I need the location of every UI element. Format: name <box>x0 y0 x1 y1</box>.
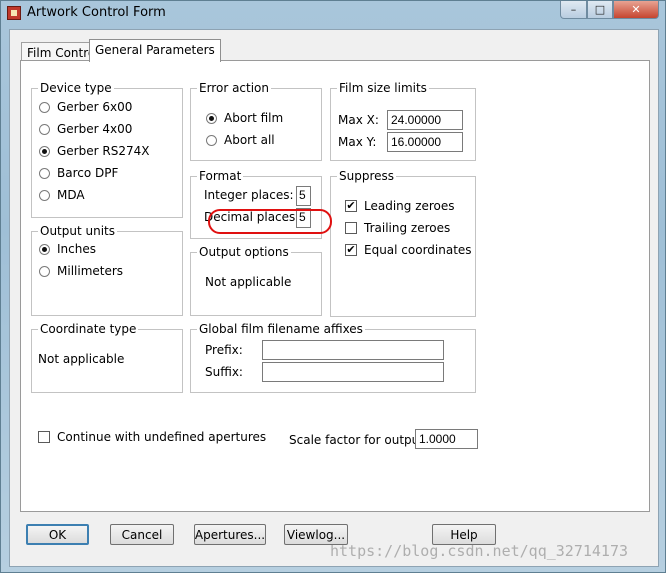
radio-label: Gerber 6x00 <box>57 100 133 114</box>
tab-general-parameters[interactable]: General Parameters <box>89 39 221 62</box>
radio-mda[interactable]: MDA <box>39 188 85 202</box>
format-group: Format Integer places: 5 Decimal places:… <box>190 169 322 239</box>
radio-label: Inches <box>57 242 96 256</box>
cancel-button[interactable]: Cancel <box>110 524 174 545</box>
checkbox-label: Equal coordinates <box>364 243 472 257</box>
scale-factor-label: Scale factor for output: <box>289 433 429 447</box>
window-controls: – □ ✕ <box>560 1 659 21</box>
app-icon <box>7 6 21 20</box>
scale-factor-input[interactable]: 1.0000 <box>415 429 478 449</box>
window-title: Artwork Control Form <box>27 5 166 20</box>
integer-places-label: Integer places: <box>204 188 294 202</box>
radio-abort-all[interactable]: Abort all <box>206 133 275 147</box>
max-x-input[interactable]: 24.00000 <box>387 110 463 130</box>
device-type-title: Device type <box>38 81 114 95</box>
dialog-body: Film Control General Parameters Device t… <box>9 29 659 567</box>
title-bar[interactable]: Artwork Control Form – □ ✕ <box>1 1 665 25</box>
radio-abort-film[interactable]: Abort film <box>206 111 283 125</box>
film-size-limits-group: Film size limits Max X: 24.00000 Max Y: … <box>330 81 476 161</box>
coordinate-type-group: Coordinate type Not applicable <box>31 322 183 393</box>
checkbox-label: Continue with undefined apertures <box>57 430 267 444</box>
checkbox-unchecked[interactable] <box>38 431 50 443</box>
checkbox-leading-zeroes[interactable]: ✔ Leading zeroes <box>345 199 455 213</box>
radio-inches[interactable]: Inches <box>39 242 96 256</box>
radio-millimeters[interactable]: Millimeters <box>39 264 123 278</box>
checkbox-label: Leading zeroes <box>364 199 455 213</box>
max-y-label: Max Y: <box>338 135 377 149</box>
output-options-text: Not applicable <box>205 275 292 289</box>
radio-label: Abort film <box>224 111 284 125</box>
radio-gerber-4x00[interactable]: Gerber 4x00 <box>39 122 132 136</box>
film-size-limits-title: Film size limits <box>337 81 429 95</box>
checkbox-continue-undefined-apertures[interactable]: Continue with undefined apertures <box>38 430 266 444</box>
suffix-input[interactable] <box>262 362 444 382</box>
coordinate-type-text: Not applicable <box>38 352 125 366</box>
watermark-text: https://blog.csdn.net/qq_32714173 <box>330 542 629 560</box>
global-affixes-group: Global film filename affixes Prefix: Suf… <box>190 322 476 393</box>
radio-indicator[interactable] <box>39 189 50 201</box>
radio-gerber-6x00[interactable]: Gerber 6x00 <box>39 100 132 114</box>
output-options-group: Output options Not applicable <box>190 245 322 316</box>
checkbox-equal-coordinates[interactable]: ✔ Equal coordinates <box>345 243 472 257</box>
radio-indicator[interactable] <box>39 167 50 179</box>
artwork-control-window: Artwork Control Form – □ ✕ Film Control … <box>0 0 666 573</box>
max-y-input[interactable]: 16.00000 <box>387 132 463 152</box>
radio-label: Barco DPF <box>57 166 119 180</box>
radio-barco-dpf[interactable]: Barco DPF <box>39 166 118 180</box>
output-units-title: Output units <box>38 224 117 238</box>
decimal-places-input[interactable]: 5 <box>296 208 311 228</box>
checkbox-checked-icon[interactable]: ✔ <box>345 244 357 256</box>
suffix-label: Suffix: <box>205 365 243 379</box>
output-units-group: Output units Inches Millimeters <box>31 224 183 316</box>
checkbox-unchecked[interactable] <box>345 222 357 234</box>
prefix-input[interactable] <box>262 340 444 360</box>
radio-indicator[interactable] <box>39 123 50 135</box>
checkbox-label: Trailing zeroes <box>364 221 451 235</box>
checkbox-trailing-zeroes[interactable]: Trailing zeroes <box>345 221 450 235</box>
device-type-group: Device type Gerber 6x00 Gerber 4x00 Gerb… <box>31 81 183 218</box>
radio-indicator-selected[interactable] <box>39 145 50 157</box>
radio-indicator-selected[interactable] <box>206 112 217 124</box>
apertures-button[interactable]: Apertures... <box>194 524 266 545</box>
error-action-group: Error action Abort film Abort all <box>190 81 322 161</box>
prefix-label: Prefix: <box>205 343 243 357</box>
ok-button[interactable]: OK <box>26 524 89 545</box>
radio-label: MDA <box>57 188 85 202</box>
format-title: Format <box>197 169 244 183</box>
output-options-title: Output options <box>197 245 291 259</box>
radio-indicator[interactable] <box>206 134 217 146</box>
close-button[interactable]: ✕ <box>613 1 659 19</box>
radio-gerber-rs274x[interactable]: Gerber RS274X <box>39 144 149 158</box>
minimize-button[interactable]: – <box>560 1 587 19</box>
suppress-group: Suppress ✔ Leading zeroes Trailing zeroe… <box>330 169 476 317</box>
error-action-title: Error action <box>197 81 272 95</box>
radio-label: Gerber RS274X <box>57 144 150 158</box>
integer-places-input[interactable]: 5 <box>296 186 311 206</box>
radio-indicator-selected[interactable] <box>39 243 50 255</box>
radio-label: Millimeters <box>57 264 124 278</box>
checkbox-checked-icon[interactable]: ✔ <box>345 200 357 212</box>
radio-indicator[interactable] <box>39 265 50 277</box>
maximize-button[interactable]: □ <box>587 1 613 19</box>
general-parameters-panel: Device type Gerber 6x00 Gerber 4x00 Gerb… <box>20 60 650 512</box>
radio-indicator[interactable] <box>39 101 50 113</box>
radio-label: Abort all <box>224 133 275 147</box>
radio-label: Gerber 4x00 <box>57 122 133 136</box>
decimal-places-label: Decimal places: <box>204 210 300 224</box>
coordinate-type-title: Coordinate type <box>38 322 139 336</box>
global-affixes-title: Global film filename affixes <box>197 322 365 336</box>
suppress-title: Suppress <box>337 169 397 183</box>
max-x-label: Max X: <box>338 113 379 127</box>
